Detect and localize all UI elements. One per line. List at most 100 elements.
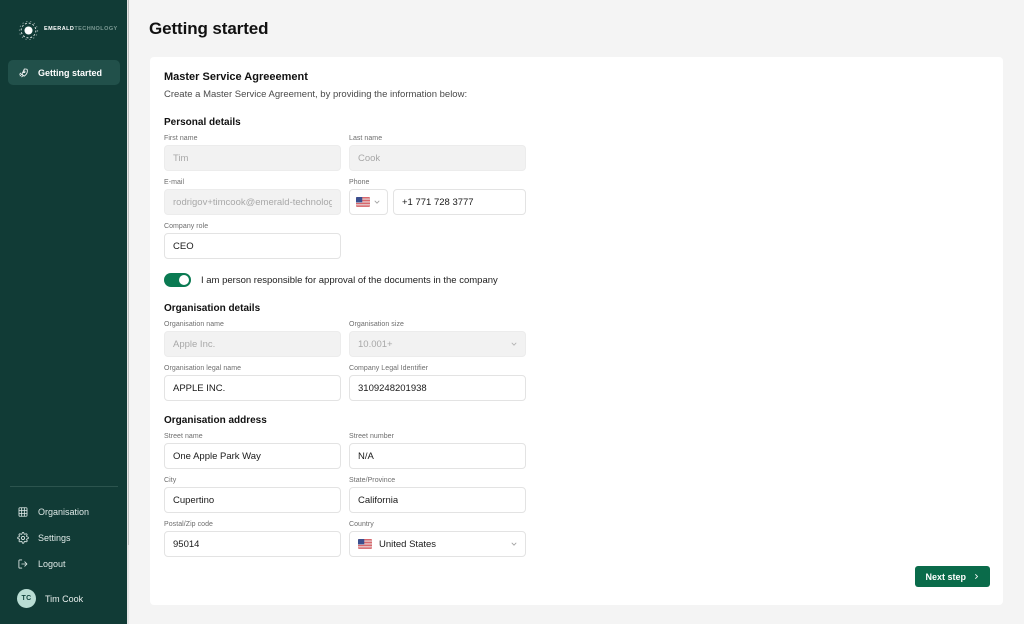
phone-country-select[interactable] bbox=[349, 189, 388, 215]
field-value: 3109248201938 bbox=[358, 382, 427, 394]
field-label: Last name bbox=[349, 135, 383, 142]
rocket-icon bbox=[19, 68, 28, 77]
sidebar-secondary-nav: Organisation Settings Logout bbox=[0, 499, 128, 577]
field-street-number: Street number N/A bbox=[349, 433, 526, 469]
first-name-input[interactable]: Tim bbox=[164, 145, 341, 171]
field-street-name: Street name One Apple Park Way bbox=[164, 433, 341, 469]
field-postal-zip-code: Postal/Zip code 95014 bbox=[164, 521, 341, 557]
consent-toggle-label: I am person responsible for approval of … bbox=[201, 274, 498, 286]
sidebar-item-getting-started[interactable]: Getting started bbox=[8, 60, 120, 85]
street-name-input[interactable]: One Apple Park Way bbox=[164, 443, 341, 469]
field-value: N/A bbox=[358, 450, 374, 462]
chevron-down-icon bbox=[374, 200, 380, 204]
us-flag-icon bbox=[356, 197, 370, 207]
phone-input-group: +1 771 728 3777 bbox=[349, 189, 526, 215]
organisation-name-input[interactable]: Apple Inc. bbox=[164, 331, 341, 357]
field-value: +1 771 728 3777 bbox=[402, 196, 474, 208]
field-label: Organisation legal name bbox=[164, 365, 242, 372]
app-root: EMERALD TECHNOLOGY Getting started Organ… bbox=[0, 0, 1024, 624]
sidebar-item-label: Logout bbox=[38, 559, 66, 569]
logout-icon bbox=[18, 559, 28, 569]
sidebar: EMERALD TECHNOLOGY Getting started Organ… bbox=[0, 0, 130, 624]
field-label: Organisation name bbox=[164, 321, 224, 328]
field-organisation-legal-name: Organisation legal name APPLE INC. bbox=[164, 365, 341, 401]
form-row: Postal/Zip code 95014 Country United Sta… bbox=[164, 521, 989, 557]
form-card: Master Service Agreeement Create a Maste… bbox=[150, 57, 1003, 605]
chevron-right-icon bbox=[975, 574, 978, 579]
city-input[interactable]: Cupertino bbox=[164, 487, 341, 513]
field-label: Postal/Zip code bbox=[164, 521, 213, 528]
form-card-body: Master Service Agreeement Create a Maste… bbox=[150, 71, 1003, 557]
consent-toggle[interactable] bbox=[164, 273, 191, 287]
field-label: E-mail bbox=[164, 179, 185, 186]
group-organisation-address: Organisation address Street name One App… bbox=[164, 415, 989, 557]
brand-logo[interactable]: EMERALD TECHNOLOGY bbox=[0, 0, 128, 46]
postal-zip-code-input[interactable]: 95014 bbox=[164, 531, 341, 557]
last-name-input[interactable]: Cook bbox=[349, 145, 526, 171]
field-phone: Phone +1 771 728 3777 bbox=[349, 179, 526, 215]
consent-toggle-row: I am person responsible for approval of … bbox=[164, 273, 989, 287]
field-label: Street name bbox=[164, 433, 203, 440]
sidebar-divider bbox=[10, 486, 118, 487]
next-step-button[interactable]: Next step bbox=[915, 566, 990, 587]
group-title: Organisation details bbox=[164, 303, 261, 314]
email-field[interactable]: rodrigov+timcook@emerald-technology bbox=[164, 189, 341, 215]
field-last-name: Last name Cook bbox=[349, 135, 526, 171]
emerald-gear-logo-icon bbox=[18, 20, 39, 40]
field-first-name: First name Tim bbox=[164, 135, 341, 171]
form-section-title: Master Service Agreeement bbox=[164, 71, 308, 83]
field-value: rodrigov+timcook@emerald-technology bbox=[173, 196, 332, 208]
form-row: Organisation legal name APPLE INC. Compa… bbox=[164, 365, 989, 401]
sidebar-item-label: Settings bbox=[38, 533, 71, 543]
field-email: E-mail rodrigov+timcook@emerald-technolo… bbox=[164, 179, 341, 215]
field-value: CEO bbox=[173, 240, 194, 252]
sidebar-primary-nav: Getting started bbox=[0, 46, 128, 85]
chevron-down-icon bbox=[511, 342, 517, 346]
toggle-knob bbox=[179, 275, 189, 285]
form-row: Street name One Apple Park Way Street nu… bbox=[164, 433, 989, 469]
form-row: E-mail rodrigov+timcook@emerald-technolo… bbox=[164, 179, 989, 215]
phone-number-input[interactable]: +1 771 728 3777 bbox=[393, 189, 526, 215]
next-step-label: Next step bbox=[925, 571, 966, 582]
group-title: Organisation address bbox=[164, 415, 267, 426]
page-title: Getting started bbox=[149, 19, 269, 38]
field-company-legal-identifier: Company Legal Identifier 3109248201938 bbox=[349, 365, 526, 401]
field-label: Organisation size bbox=[349, 321, 404, 328]
main-content: Getting started Master Service Agreeemen… bbox=[129, 0, 1024, 624]
sidebar-item-settings[interactable]: Settings bbox=[8, 525, 120, 551]
field-value: Cook bbox=[358, 152, 381, 164]
company-role-input[interactable]: CEO bbox=[164, 233, 341, 259]
field-value: 95014 bbox=[173, 538, 200, 550]
field-country: Country United States bbox=[349, 521, 526, 557]
group-personal-details: Personal details First name Tim Last nam… bbox=[164, 117, 989, 287]
field-value: California bbox=[358, 494, 399, 506]
street-number-input[interactable]: N/A bbox=[349, 443, 526, 469]
sidebar-item-label: Getting started bbox=[38, 67, 103, 78]
field-value: One Apple Park Way bbox=[173, 450, 261, 462]
field-label: Company role bbox=[164, 223, 209, 230]
form-row: First name Tim Last name Cook bbox=[164, 135, 989, 171]
sidebar-item-organisation[interactable]: Organisation bbox=[8, 499, 120, 525]
sidebar-item-label: Organisation bbox=[38, 507, 90, 517]
sidebar-user[interactable]: TC Tim Cook bbox=[0, 577, 128, 624]
field-company-role: Company role CEO bbox=[164, 223, 341, 259]
field-value: Apple Inc. bbox=[173, 338, 216, 350]
organisation-size-select[interactable]: 10.001+ bbox=[349, 331, 526, 357]
sidebar-item-logout[interactable]: Logout bbox=[8, 551, 120, 577]
us-flag-icon bbox=[358, 539, 372, 549]
field-label: City bbox=[164, 477, 177, 484]
field-value: United States bbox=[379, 538, 437, 550]
gear-icon bbox=[17, 532, 29, 544]
state-province-input[interactable]: California bbox=[349, 487, 526, 513]
building-icon bbox=[18, 507, 28, 517]
field-city: City Cupertino bbox=[164, 477, 341, 513]
organisation-legal-name-input[interactable]: APPLE INC. bbox=[164, 375, 341, 401]
group-organisation-details: Organisation details Organisation name A… bbox=[164, 303, 989, 401]
country-select[interactable]: United States bbox=[349, 531, 526, 557]
company-legal-identifier-input[interactable]: 3109248201938 bbox=[349, 375, 526, 401]
brand-name-primary: EMERALD bbox=[44, 26, 75, 33]
field-label: Street number bbox=[349, 433, 395, 440]
form-row: City Cupertino State/Province California bbox=[164, 477, 989, 513]
field-value: APPLE INC. bbox=[173, 382, 226, 394]
